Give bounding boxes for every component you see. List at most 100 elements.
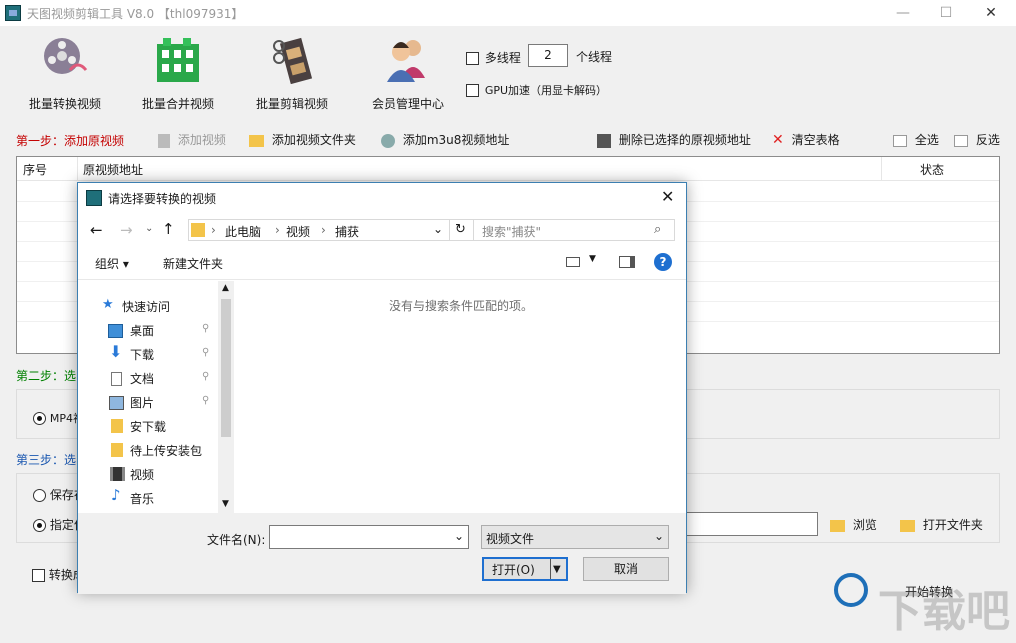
- search-input[interactable]: 搜索"捕获": [482, 223, 541, 240]
- member-center-button[interactable]: 会员管理中心: [358, 34, 458, 114]
- breadcrumb-separator: ›: [321, 223, 326, 237]
- view-mode-icon[interactable]: [566, 257, 580, 267]
- add-m3u8-button[interactable]: 添加m3u8视频地址: [381, 131, 509, 148]
- add-video-button[interactable]: 添加视频: [158, 131, 226, 148]
- folder-icon: [191, 223, 205, 237]
- film-strip-scissors-icon: [273, 37, 313, 85]
- step1-label: 第一步：添加原视频: [16, 134, 125, 148]
- nav-pending-upload[interactable]: 待上传安装包: [130, 441, 202, 461]
- output-path-input[interactable]: [686, 512, 818, 536]
- filename-dropdown-icon[interactable]: ⌄: [454, 529, 464, 543]
- start-refresh-icon[interactable]: [834, 573, 868, 607]
- batch-merge-button[interactable]: 批量合并视频: [128, 34, 228, 114]
- film-reel-icon: [44, 38, 88, 74]
- close-button[interactable]: ✕: [968, 0, 1014, 26]
- dialog-title-bar: 请选择要转换的视频 ✕: [78, 183, 686, 213]
- invert-select-label: 反选: [975, 133, 1000, 147]
- up-arrow-icon[interactable]: ↑: [162, 220, 175, 238]
- browse-label: 浏览: [852, 518, 877, 532]
- nav-pictures[interactable]: 图片: [130, 393, 154, 413]
- col-path-header[interactable]: 原视频地址: [83, 161, 143, 178]
- scroll-down-icon[interactable]: ▼: [222, 499, 229, 509]
- pin-icon[interactable]: ⚲: [202, 347, 209, 358]
- browse-button[interactable]: 浏览: [830, 516, 877, 533]
- folder-icon: [111, 443, 123, 457]
- specify-radio[interactable]: [33, 519, 46, 532]
- multithread-option[interactable]: 多线程: [466, 49, 521, 66]
- open-button[interactable]: 打开(O) ▼: [482, 557, 568, 581]
- maximize-button[interactable]: ☐: [923, 0, 969, 26]
- minimize-button[interactable]: —: [880, 0, 926, 26]
- open-folder-button[interactable]: 打开文件夹: [900, 516, 983, 533]
- save-same-radio[interactable]: [33, 489, 46, 502]
- delete-selected-button[interactable]: 删除已选择的原视频地址: [597, 131, 751, 148]
- batch-convert-label: 批量转换视频: [28, 97, 101, 111]
- search-box[interactable]: 搜索"捕获" ⌕: [473, 219, 675, 241]
- breadcrumb-this-pc[interactable]: 此电脑: [225, 223, 261, 240]
- multithread-checkbox[interactable]: [466, 52, 479, 65]
- web-icon: [381, 133, 395, 148]
- mp4-radio[interactable]: [33, 412, 46, 425]
- star-icon: ★: [102, 297, 114, 312]
- nav-downloads[interactable]: 下载: [130, 345, 154, 365]
- nav-scrollbar[interactable]: ▲ ▼: [218, 281, 234, 513]
- col-divider: [881, 157, 882, 181]
- nav-videos[interactable]: 视频: [130, 465, 154, 485]
- back-arrow-icon[interactable]: ←: [90, 221, 103, 239]
- convert-checkbox[interactable]: [32, 569, 45, 582]
- col-index-header[interactable]: 序号: [23, 161, 47, 178]
- open-dropdown-icon[interactable]: ▼: [553, 559, 561, 581]
- batch-cut-button[interactable]: 批量剪辑视频: [242, 34, 342, 114]
- add-video-label: 添加视频: [177, 133, 226, 147]
- add-folder-button[interactable]: 添加视频文件夹: [249, 131, 356, 148]
- window-title: 天图视频剪辑工具 V8.0 【thl097931】: [27, 7, 244, 21]
- breadcrumb-videos[interactable]: 视频: [286, 223, 310, 240]
- pin-icon[interactable]: ⚲: [202, 371, 209, 382]
- new-folder-button[interactable]: 新建文件夹: [163, 255, 223, 272]
- search-icon: ⌕: [654, 222, 662, 237]
- refresh-icon[interactable]: ↻: [455, 222, 466, 237]
- scroll-up-icon[interactable]: ▲: [222, 283, 229, 293]
- preview-pane-icon[interactable]: [619, 256, 635, 268]
- breadcrumb-capture[interactable]: 捕获: [335, 223, 359, 240]
- organize-menu[interactable]: 组织 ▾: [95, 255, 129, 272]
- clear-table-button[interactable]: ✕ 清空表格: [772, 131, 840, 148]
- nav-desktop[interactable]: 桌面: [130, 321, 154, 341]
- nav-documents[interactable]: 文档: [130, 369, 154, 389]
- nav-anxiazai[interactable]: 安下载: [130, 417, 166, 437]
- address-dropdown-icon[interactable]: ⌄: [433, 222, 443, 236]
- invert-select-button[interactable]: 反选: [954, 131, 1000, 148]
- filename-input[interactable]: ⌄: [269, 525, 469, 549]
- scrollbar-thumb[interactable]: [221, 299, 231, 437]
- building-grid-icon: [157, 38, 199, 82]
- gpu-option[interactable]: GPU加速（用显卡解码）: [466, 82, 607, 98]
- col-status-header[interactable]: 状态: [920, 161, 944, 178]
- forward-arrow-icon[interactable]: →: [120, 221, 133, 239]
- filetype-select[interactable]: 视频文件 ⌄: [481, 525, 669, 549]
- select-all-button[interactable]: 全选: [893, 131, 939, 148]
- file-list-area[interactable]: 没有与搜索条件匹配的项。: [234, 281, 686, 513]
- cancel-button[interactable]: 取消: [583, 557, 669, 581]
- filetype-value: 视频文件: [486, 532, 535, 546]
- address-bar[interactable]: › 此电脑 › 视频 › 捕获 ⌄ ↻: [188, 219, 516, 241]
- pin-icon[interactable]: ⚲: [202, 395, 209, 406]
- dialog-app-icon: [86, 190, 102, 206]
- gpu-checkbox[interactable]: [466, 84, 479, 97]
- history-chevron-icon[interactable]: ⌄: [145, 223, 153, 234]
- folder-icon: [111, 419, 123, 433]
- folder-search-icon: [830, 519, 845, 532]
- view-dropdown-icon[interactable]: ▼: [589, 254, 596, 264]
- add-m3u8-label: 添加m3u8视频地址: [402, 133, 510, 147]
- divider: [550, 559, 551, 579]
- nav-quick-access[interactable]: 快速访问: [122, 297, 170, 317]
- dialog-close-button[interactable]: ✕: [661, 187, 674, 206]
- dialog-title: 请选择要转换的视频: [108, 192, 217, 206]
- help-icon[interactable]: ?: [654, 253, 672, 271]
- pin-icon[interactable]: ⚲: [202, 323, 209, 334]
- nav-music[interactable]: 音乐: [130, 489, 154, 509]
- film-delete-icon: [597, 133, 611, 148]
- title-bar: 天图视频剪辑工具 V8.0 【thl097931】 — ☐ ✕: [0, 0, 1016, 26]
- batch-convert-button[interactable]: 批量转换视频: [15, 34, 115, 114]
- thread-count-input[interactable]: 2: [528, 44, 568, 67]
- batch-cut-label: 批量剪辑视频: [255, 97, 328, 111]
